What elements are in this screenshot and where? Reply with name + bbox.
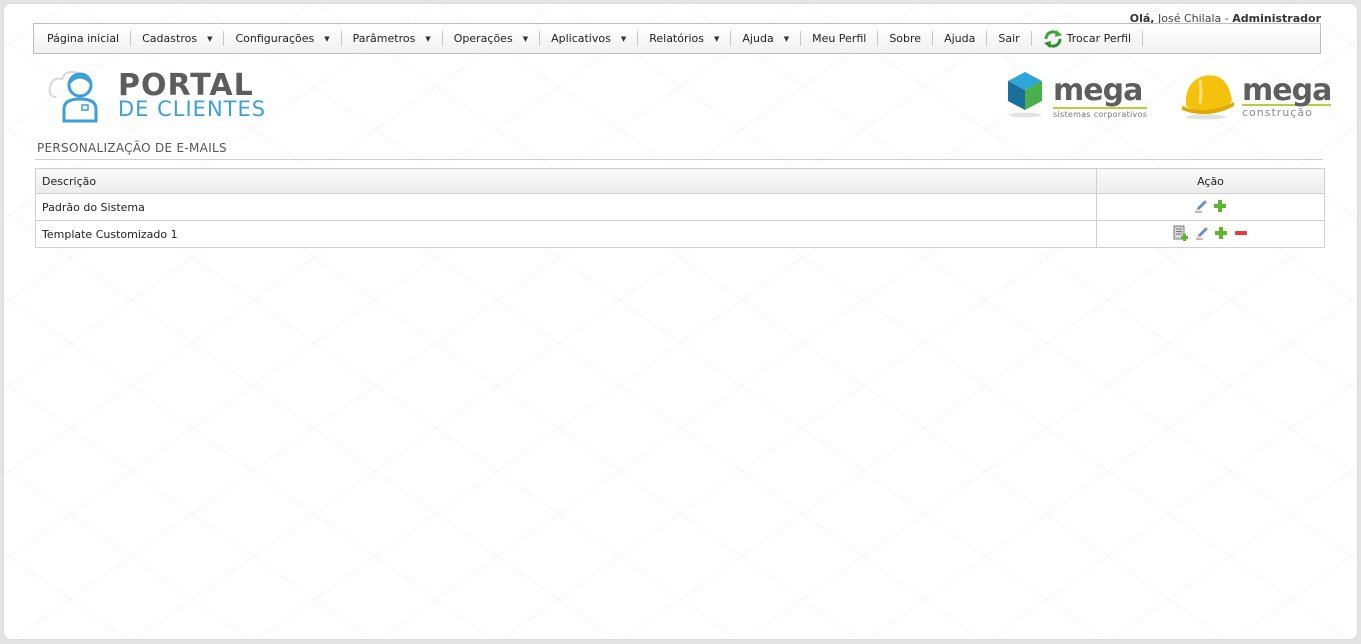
switch-profile-label: Trocar Perfil xyxy=(1066,32,1132,45)
menu-item-parametros[interactable]: Parâmetros ▼ xyxy=(342,31,443,46)
column-header-action: Ação xyxy=(1096,168,1325,194)
mega-construcao-logo: mega construção xyxy=(1180,70,1332,120)
menu-item-configuracoes[interactable]: Configurações ▼ xyxy=(224,31,342,46)
mega-sistemas-tagline: sistemas corporativos xyxy=(1053,107,1148,119)
menu-item-sobre[interactable]: Sobre xyxy=(878,31,934,46)
menu-item-operacoes[interactable]: Operações ▼ xyxy=(443,31,541,46)
caret-down-icon: ▼ xyxy=(783,34,790,43)
portal-logo-line2: DE CLIENTES xyxy=(118,96,267,121)
menu-item-relatorios[interactable]: Relatórios ▼ xyxy=(638,31,732,46)
caret-down-icon: ▼ xyxy=(425,34,431,43)
add-plus-icon[interactable] xyxy=(1214,226,1228,243)
edit-pencil-icon[interactable] xyxy=(1194,199,1208,216)
table-row: Padrão do Sistema xyxy=(35,193,1325,221)
row-description: Padrão do Sistema xyxy=(35,193,1097,221)
refresh-icon xyxy=(1043,29,1063,48)
column-header-description: Descrição xyxy=(35,168,1097,194)
table-row: Template Customizado 1 xyxy=(35,220,1325,248)
client-avatar-icon xyxy=(48,70,98,123)
menu-item-pagina-inicial[interactable]: Página inicial xyxy=(36,31,132,46)
menu-item-label: Aplicativos xyxy=(551,32,611,45)
caret-down-icon: ▼ xyxy=(522,34,529,43)
page-title: PERSONALIZAÇÃO DE E-MAILS xyxy=(35,141,1323,160)
menu-item-label: Cadastros xyxy=(142,32,198,45)
caret-down-icon: ▼ xyxy=(207,34,213,43)
menu-item-sair[interactable]: Sair xyxy=(987,31,1032,46)
hard-hat-icon xyxy=(1182,75,1234,120)
row-actions xyxy=(1096,220,1325,248)
email-templates-table: Descrição Ação Padrão do Sistema Templat… xyxy=(35,168,1325,248)
menu-item-cadastros[interactable]: Cadastros ▼ xyxy=(131,31,225,46)
mega-cube-icon xyxy=(1008,72,1042,118)
menu-item-label: Parâmetros xyxy=(352,32,416,45)
table-header-row: Descrição Ação xyxy=(35,168,1325,194)
menu-item-aplicativos[interactable]: Aplicativos ▼ xyxy=(540,31,639,46)
remove-minus-icon[interactable] xyxy=(1234,226,1248,243)
caret-down-icon: ▼ xyxy=(620,34,627,43)
row-description: Template Customizado 1 xyxy=(35,220,1097,248)
menu-item-ajuda[interactable]: Ajuda xyxy=(933,31,988,46)
menu-item-ajuda-dropdown[interactable]: Ajuda ▼ xyxy=(731,31,802,46)
edit-pencil-icon[interactable] xyxy=(1195,226,1209,243)
mega-brand-word: mega xyxy=(1242,73,1332,108)
mega-sistemas-logo: mega sistemas corporativos xyxy=(1005,68,1148,119)
menu-item-label: Sobre xyxy=(889,32,922,45)
menu-item-label: Ajuda xyxy=(944,32,976,45)
caret-down-icon: ▼ xyxy=(324,34,330,43)
portal-clientes-logo: PORTAL DE CLIENTES xyxy=(48,67,266,123)
menu-item-label: Sair xyxy=(998,32,1020,45)
main-menu: Página inicial Cadastros ▼ Configurações ▼… xyxy=(33,23,1321,54)
row-actions xyxy=(1096,193,1325,221)
menu-item-label: Ajuda xyxy=(742,32,774,45)
menu-item-label: Página inicial xyxy=(47,32,120,45)
menu-item-label: Operações xyxy=(453,32,513,45)
menu-item-meu-perfil[interactable]: Meu Perfil xyxy=(801,31,879,46)
menu-item-label: Relatórios xyxy=(649,32,705,45)
portal-logo-line1: PORTAL xyxy=(118,67,254,103)
add-plus-icon[interactable] xyxy=(1213,199,1227,216)
switch-profile-button[interactable]: Trocar Perfil xyxy=(1032,29,1144,48)
mega-brand-word: mega xyxy=(1053,73,1143,108)
menu-item-label: Configurações xyxy=(235,32,315,45)
menu-item-label: Meu Perfil xyxy=(812,32,867,45)
caret-down-icon: ▼ xyxy=(714,34,720,43)
document-add-icon[interactable] xyxy=(1173,225,1189,244)
